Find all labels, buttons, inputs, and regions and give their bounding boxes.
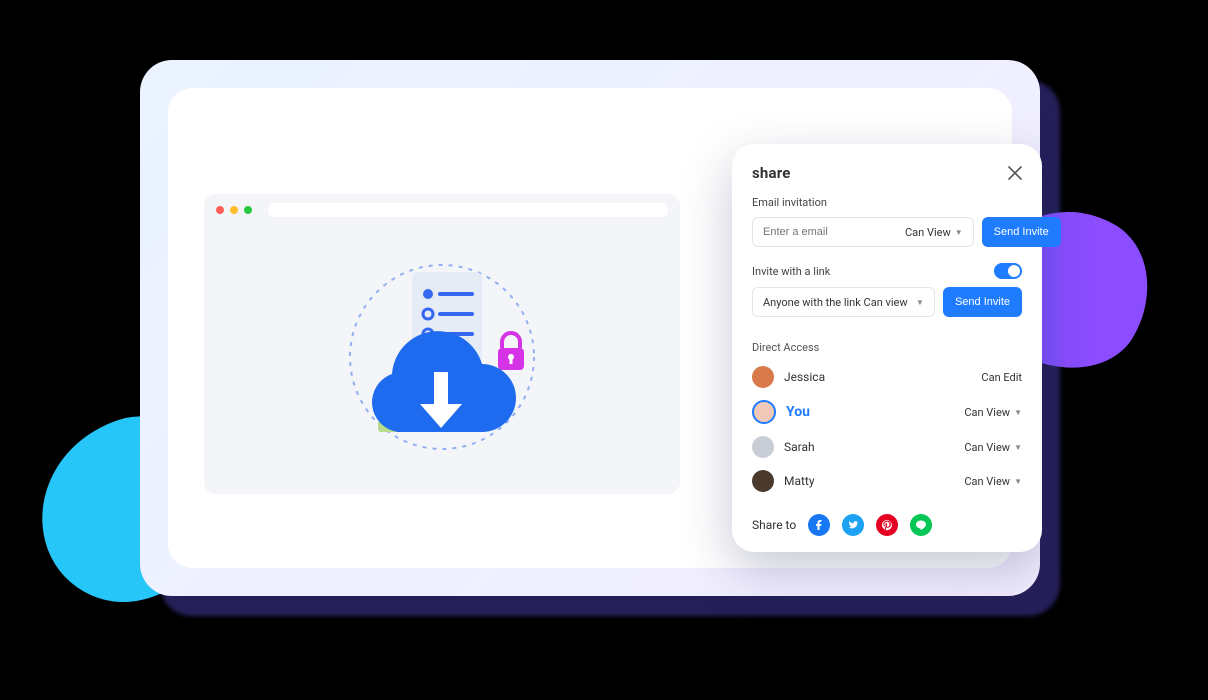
- share-title: share: [752, 164, 791, 182]
- person-permission-dropdown: Can Edit: [981, 371, 1022, 384]
- facebook-icon: [813, 519, 825, 531]
- address-bar: [268, 203, 668, 217]
- traffic-light-zoom-icon: [244, 206, 252, 214]
- main-card: share Email invitation Can View ▼ Send: [140, 60, 1040, 596]
- send-invite-email-button[interactable]: Send Invite: [982, 217, 1061, 247]
- share-to-label: Share to: [752, 518, 796, 532]
- traffic-light-minimize-icon: [230, 206, 238, 214]
- person-name: Sarah: [784, 440, 815, 454]
- person-permission-label: Can View: [964, 406, 1010, 419]
- avatar: [752, 436, 774, 458]
- chevron-down-icon: ▼: [1014, 408, 1022, 417]
- direct-access-person: Matty Can View ▼: [752, 464, 1022, 498]
- send-invite-link-button[interactable]: Send Invite: [943, 287, 1022, 317]
- share-facebook-button[interactable]: [808, 514, 830, 536]
- email-permission-dropdown[interactable]: Can View ▼: [905, 226, 963, 239]
- cloud-download-illustration: [302, 252, 582, 472]
- email-field-wrapper: Can View ▼: [752, 217, 974, 247]
- person-name: Matty: [784, 474, 815, 488]
- share-pinterest-button[interactable]: [876, 514, 898, 536]
- share-line-button[interactable]: [910, 514, 932, 536]
- inner-canvas: share Email invitation Can View ▼ Send: [168, 88, 1012, 568]
- line-icon: [915, 519, 927, 531]
- avatar: [752, 366, 774, 388]
- email-permission-label: Can View: [905, 226, 951, 239]
- person-permission-dropdown[interactable]: Can View ▼: [964, 475, 1022, 488]
- chevron-down-icon: ▼: [1014, 477, 1022, 486]
- avatar: [752, 400, 776, 424]
- pinterest-icon: [881, 519, 893, 531]
- chevron-down-icon: ▼: [916, 298, 924, 307]
- direct-access-person: Jessica Can Edit: [752, 360, 1022, 394]
- share-twitter-button[interactable]: [842, 514, 864, 536]
- email-invitation-label: Email invitation: [752, 196, 1022, 209]
- person-permission-label: Can Edit: [981, 371, 1022, 384]
- direct-access-list: Jessica Can Edit You Can View ▼ Sarah Can View…: [752, 360, 1022, 498]
- person-permission-dropdown[interactable]: Can View ▼: [964, 441, 1022, 454]
- browser-titlebar: [204, 194, 680, 226]
- browser-mock: [204, 194, 680, 494]
- person-permission-label: Can View: [964, 441, 1010, 454]
- person-name: You: [786, 404, 810, 420]
- avatar: [752, 470, 774, 492]
- email-input[interactable]: [763, 226, 905, 238]
- direct-access-person: You Can View ▼: [752, 394, 1022, 430]
- person-name: Jessica: [784, 370, 825, 384]
- share-panel: share Email invitation Can View ▼ Send: [732, 144, 1042, 552]
- direct-access-label: Direct Access: [752, 341, 1022, 354]
- twitter-icon: [847, 519, 859, 531]
- person-permission-label: Can View: [964, 475, 1010, 488]
- lock-icon: [498, 333, 524, 370]
- chevron-down-icon: ▼: [1014, 443, 1022, 452]
- invite-link-toggle[interactable]: [994, 263, 1022, 279]
- cloud-download-icon: [372, 331, 516, 432]
- close-icon[interactable]: [1008, 166, 1022, 180]
- chevron-down-icon: ▼: [955, 228, 963, 237]
- invite-link-label: Invite with a link: [752, 265, 830, 278]
- person-permission-dropdown[interactable]: Can View ▼: [964, 406, 1022, 419]
- direct-access-person: Sarah Can View ▼: [752, 430, 1022, 464]
- traffic-light-close-icon: [216, 206, 224, 214]
- link-permission-select[interactable]: Anyone with the link Can view ▼: [752, 287, 935, 317]
- link-permission-text: Anyone with the link Can view: [763, 296, 908, 309]
